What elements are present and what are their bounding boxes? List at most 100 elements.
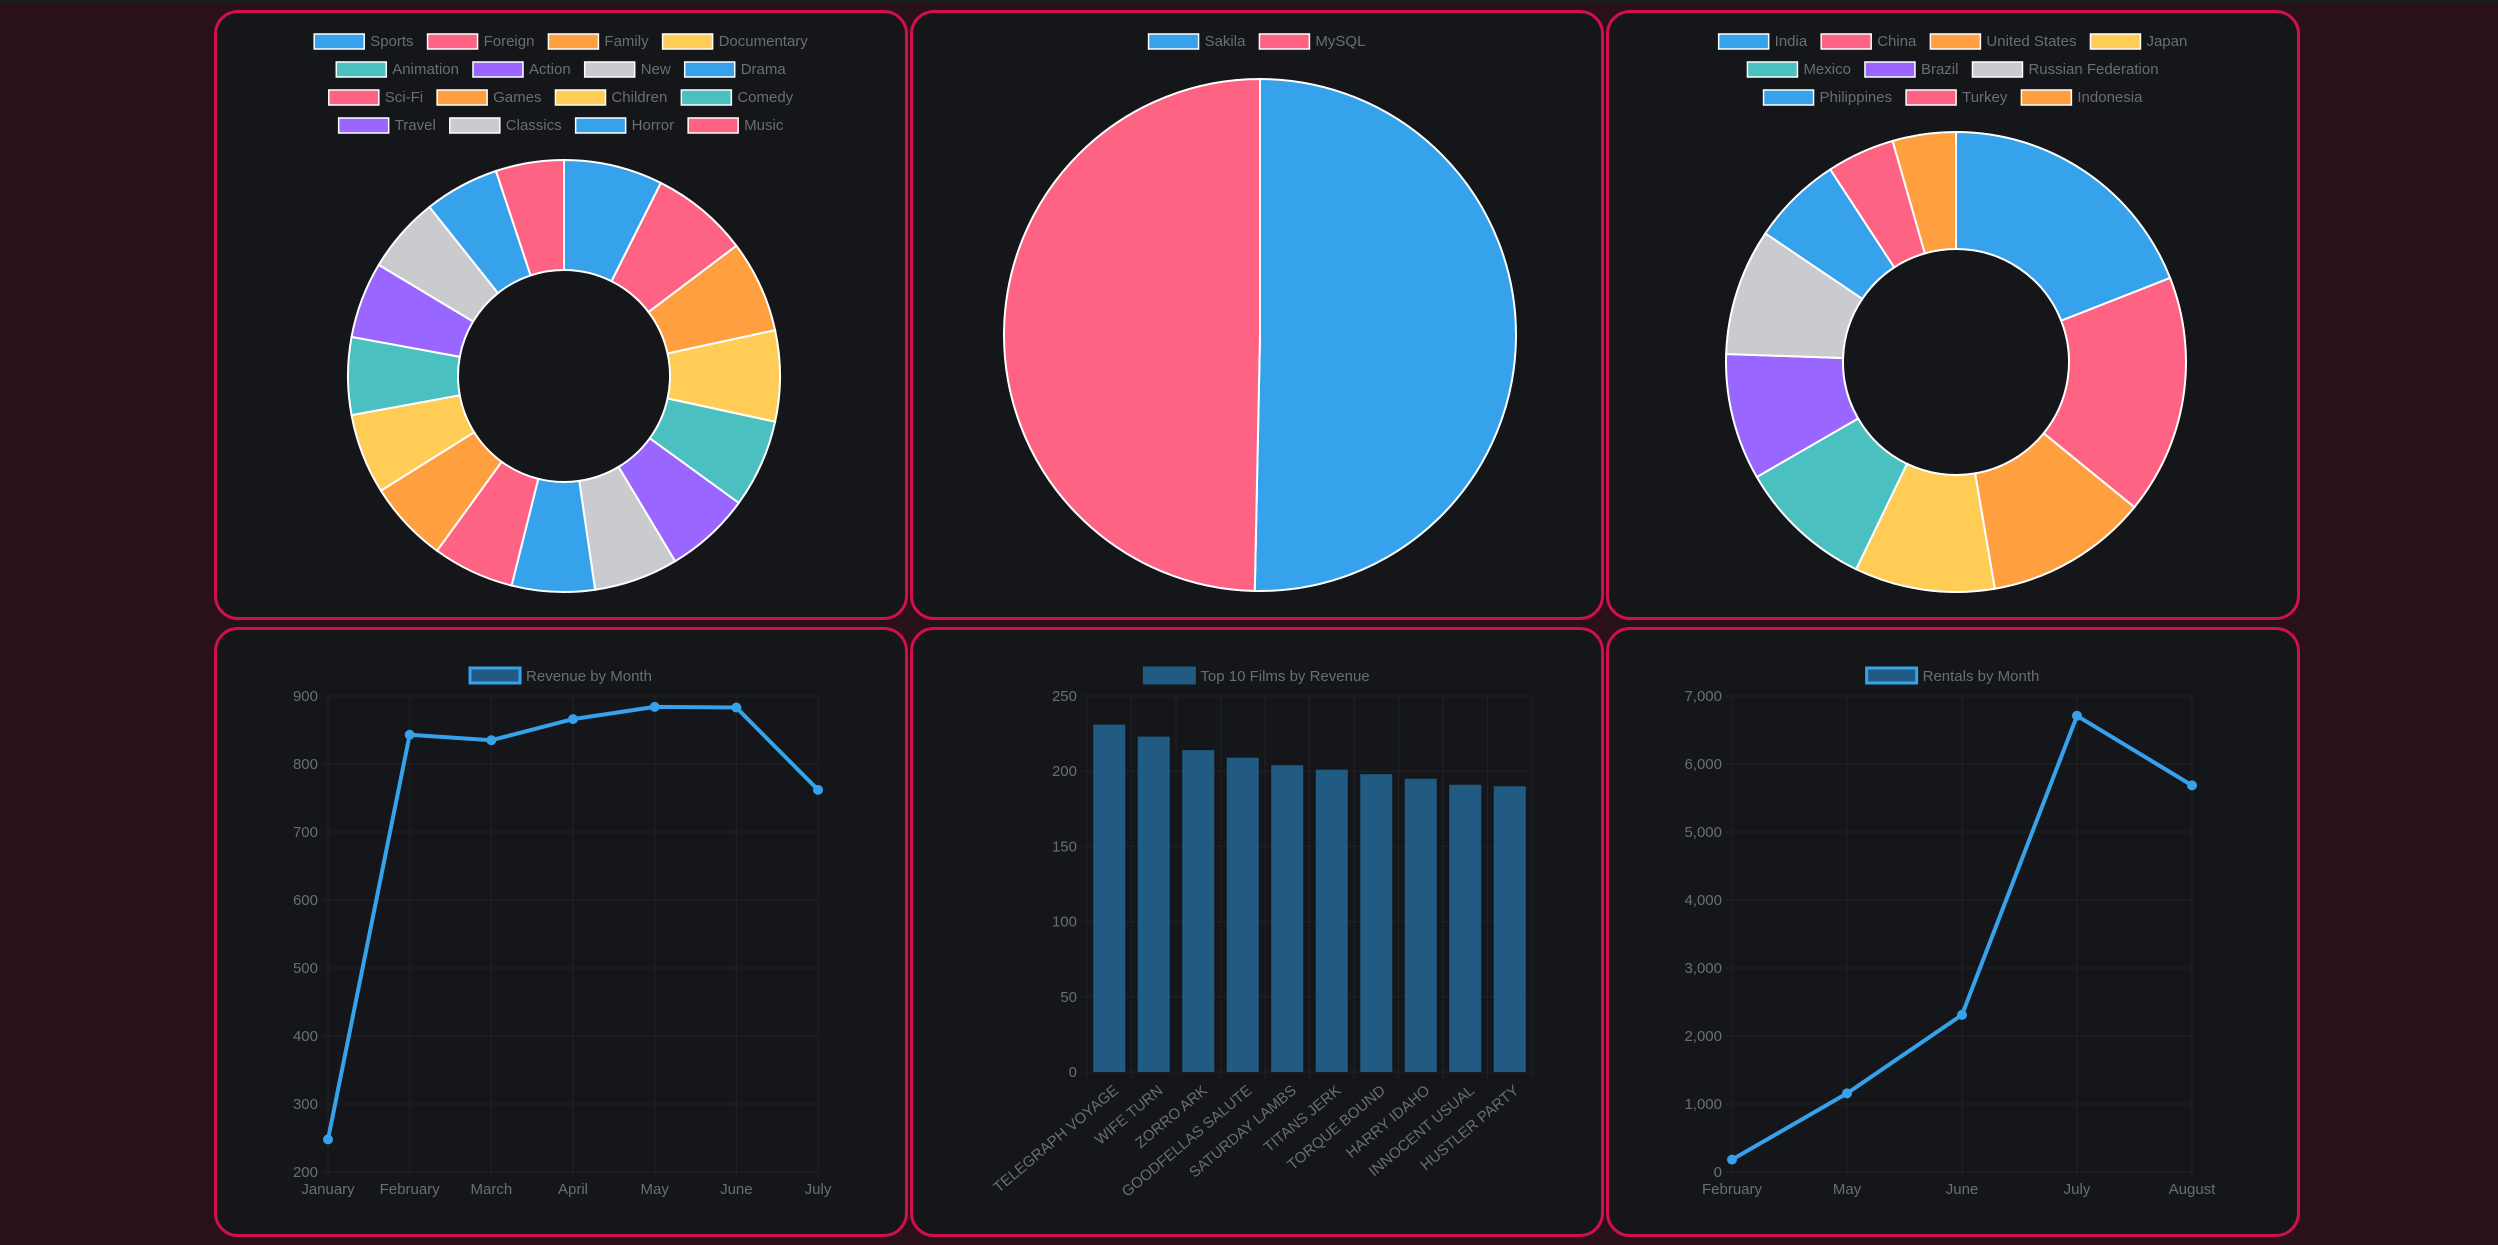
x-tick-label: May	[1833, 1181, 1862, 1198]
legend-swatch-games	[436, 89, 488, 106]
data-point-february	[404, 729, 415, 740]
legend-label-action: Action	[529, 61, 571, 78]
legend-label-sakila: Sakila	[1205, 33, 1247, 50]
legend-label-foreign: Foreign	[484, 33, 535, 50]
y-tick-label: 2,000	[1684, 1028, 1722, 1045]
legend-label-family: Family	[604, 33, 649, 50]
x-tick-label: January	[301, 1181, 355, 1198]
y-tick-label: 6,000	[1684, 756, 1722, 773]
legend-swatch-india	[1717, 33, 1770, 50]
x-tick-label: June	[1946, 1181, 1979, 1198]
legend-swatch-mexico	[1746, 61, 1799, 78]
legend-swatch-music	[687, 117, 739, 134]
y-tick-label: 200	[293, 1164, 318, 1181]
legend-swatch-classics	[449, 117, 501, 134]
data-point-february	[1727, 1154, 1737, 1165]
store-pie-chart: Sakila MySQL	[1003, 33, 1517, 592]
x-tick-label: July	[2064, 1181, 2091, 1198]
data-point-june	[731, 702, 742, 713]
top-bar	[0, 0, 2498, 4]
legend-label-mysql: MySQL	[1315, 33, 1365, 50]
category-doughnut-chart: Sports Foreign Family Documentary Animation A…	[313, 33, 809, 593]
panel-country-chart: India China United States Japan Mexico Brazil…	[1606, 10, 2300, 620]
y-tick-label: 700	[293, 824, 318, 841]
data-point-july	[813, 784, 823, 795]
data-point-june	[1957, 1009, 1967, 1020]
x-tick-label: August	[2169, 1181, 2217, 1198]
legend-label-drama: Drama	[741, 61, 787, 78]
legend-label-revenue-by-month: Revenue by Month	[526, 668, 652, 685]
y-tick-label: 900	[293, 688, 318, 705]
y-tick-label: 100	[1052, 914, 1077, 931]
bar-innocent-usual	[1449, 784, 1482, 1072]
bar-telegraph-voyage	[1093, 724, 1126, 1072]
legend-label-new: New	[641, 61, 671, 78]
y-tick-label: 150	[1052, 838, 1077, 855]
y-tick-label: 3,000	[1684, 960, 1722, 977]
legend-swatch-comedy	[680, 89, 733, 106]
panel-revenue-chart: 200 300 400 500 600 700 800 900 January February M…	[214, 627, 908, 1237]
legend-swatch-sports	[313, 33, 365, 50]
legend-label-china: China	[1877, 33, 1917, 50]
legend-label-music: Music	[744, 117, 784, 134]
panel-top-films-chart: 0 50 100 150 200 250 TELEGRAPH VOYAGE WIFE TURN…	[910, 627, 1604, 1237]
x-tick-label: July	[805, 1181, 832, 1198]
slice-mysql	[1003, 77, 1261, 592]
legend-label-documentary: Documentary	[719, 33, 809, 50]
legend-label-united-states: United States	[1986, 33, 2076, 50]
data-point-january	[323, 1134, 333, 1145]
legend-swatch-indonesia	[2020, 89, 2073, 106]
legend-swatch-united-states	[1929, 33, 1982, 50]
bar-goodfellas-salute	[1226, 757, 1259, 1072]
legend-label-comedy: Comedy	[737, 89, 793, 106]
legend-swatch-sci-fi	[328, 89, 380, 106]
legend-swatch-turkey	[1905, 89, 1957, 106]
legend-label-classics: Classics	[506, 117, 562, 134]
slice-sakila	[1253, 77, 1517, 592]
y-tick-label: 300	[293, 1096, 318, 1113]
legend-label-travel: Travel	[395, 117, 436, 134]
data-point-may	[1842, 1088, 1852, 1099]
legend-swatch-top-10-films-by-revenue	[1142, 666, 1196, 685]
legend-label-sci-fi: Sci-Fi	[385, 89, 423, 106]
legend-swatch-mysql	[1258, 33, 1311, 50]
legend-label-india: India	[1775, 33, 1808, 50]
legend-label-animation: Animation	[392, 61, 459, 78]
legend-label-indonesia: Indonesia	[2077, 89, 2143, 106]
x-tick-label: March	[470, 1181, 512, 1198]
x-tick-label: June	[720, 1181, 753, 1198]
legend-swatch-drama	[683, 61, 736, 78]
y-tick-label: 0	[1714, 1164, 1722, 1181]
y-tick-label: 50	[1060, 989, 1077, 1006]
legend-label-horror: Horror	[632, 117, 675, 134]
legend-label-russian-federation: Russian Federation	[2028, 61, 2158, 78]
bar-hustler-party	[1493, 786, 1526, 1072]
legend-swatch-russian-federation	[1971, 61, 2024, 78]
legend-label-sports: Sports	[370, 33, 413, 50]
y-tick-label: 250	[1052, 688, 1077, 705]
legend-label-children: Children	[611, 89, 667, 106]
legend-swatch-new	[583, 61, 636, 78]
legend-swatch-animation	[335, 61, 388, 78]
legend-swatch-action	[472, 61, 524, 78]
legend-label-mexico: Mexico	[1803, 61, 1851, 78]
legend-swatch-travel	[337, 117, 390, 134]
bar-wife-turn	[1137, 736, 1170, 1072]
y-tick-label: 400	[293, 1028, 318, 1045]
legend-label-games: Games	[493, 89, 541, 106]
bar-saturday-lambs	[1271, 765, 1304, 1072]
revenue-line-chart: 200 300 400 500 600 700 800 900 January February M…	[293, 666, 832, 1198]
y-tick-label: 800	[293, 756, 318, 773]
x-tick-label: May	[640, 1181, 669, 1198]
bar-zorro-ark	[1182, 750, 1215, 1072]
legend-label-top-10-films-by-revenue: Top 10 Films by Revenue	[1200, 668, 1369, 685]
y-tick-label: 1,000	[1684, 1096, 1722, 1113]
x-tick-label: February	[380, 1181, 441, 1198]
y-tick-label: 200	[1052, 763, 1077, 780]
legend-swatch-horror	[574, 117, 627, 134]
legend-label-turkey: Turkey	[1962, 89, 2008, 106]
data-point-may	[649, 701, 660, 712]
x-tick-label: February	[1702, 1181, 1763, 1198]
legend-swatch-philippines	[1762, 89, 1815, 106]
legend-swatch-children	[554, 89, 607, 106]
